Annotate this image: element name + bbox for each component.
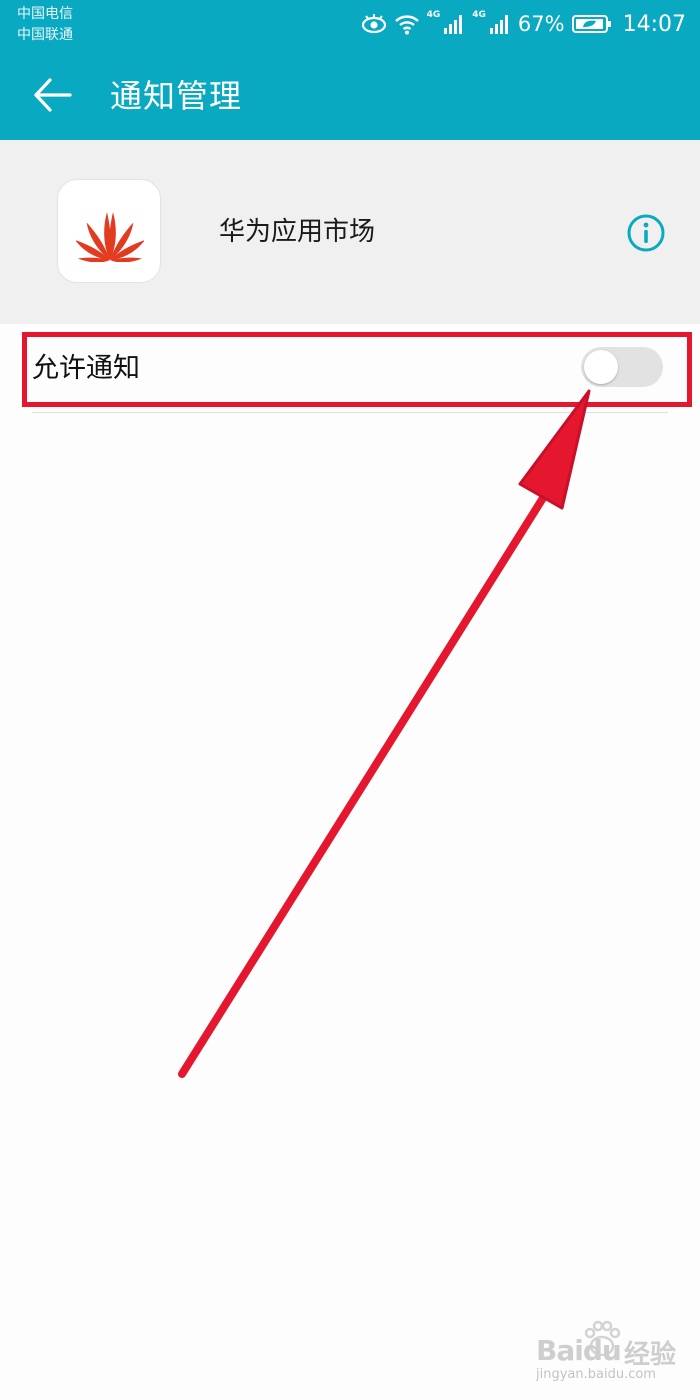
watermark-url: jingyan.baidu.com xyxy=(536,1367,656,1382)
carrier-1-label: 中国电信 xyxy=(17,6,73,22)
signal-2-icon xyxy=(489,13,511,35)
status-icons: 4G 4G 67% 14:07 xyxy=(361,8,686,40)
watermark-brand: Baidu xyxy=(536,1334,622,1367)
annotation-highlight-box xyxy=(22,332,692,407)
back-arrow-icon xyxy=(34,78,72,112)
network-2-label: 4G xyxy=(472,10,486,20)
battery-icon xyxy=(571,14,612,34)
battery-percent: 67% xyxy=(517,12,565,36)
app-icon xyxy=(57,179,161,283)
back-button[interactable] xyxy=(30,73,76,119)
clock: 14:07 xyxy=(622,11,686,37)
page-title: 通知管理 xyxy=(110,77,243,115)
huawei-logo-icon xyxy=(76,212,144,262)
baidu-watermark: Baidu 经验 jingyan.baidu.com xyxy=(534,1320,694,1384)
info-icon xyxy=(627,214,665,252)
status-bar: 中国电信 中国联通 4G 4G 67% 14:07 xyxy=(0,0,700,50)
app-info-card: 华为应用市场 xyxy=(0,140,700,324)
app-info-button[interactable] xyxy=(626,213,666,253)
carrier-info: 中国电信 中国联通 xyxy=(17,4,73,46)
app-name: 华为应用市场 xyxy=(219,217,376,247)
network-1-label: 4G xyxy=(426,10,441,20)
signal-1-icon xyxy=(443,13,465,35)
eye-comfort-icon xyxy=(361,14,387,34)
carrier-2-label: 中国联通 xyxy=(17,27,73,43)
watermark-suffix: 经验 xyxy=(624,1340,677,1370)
row-divider xyxy=(32,412,668,413)
app-header: 中国电信 中国联通 4G 4G 67% 14:07 通知管理 xyxy=(0,0,700,140)
wifi-icon xyxy=(394,13,420,35)
